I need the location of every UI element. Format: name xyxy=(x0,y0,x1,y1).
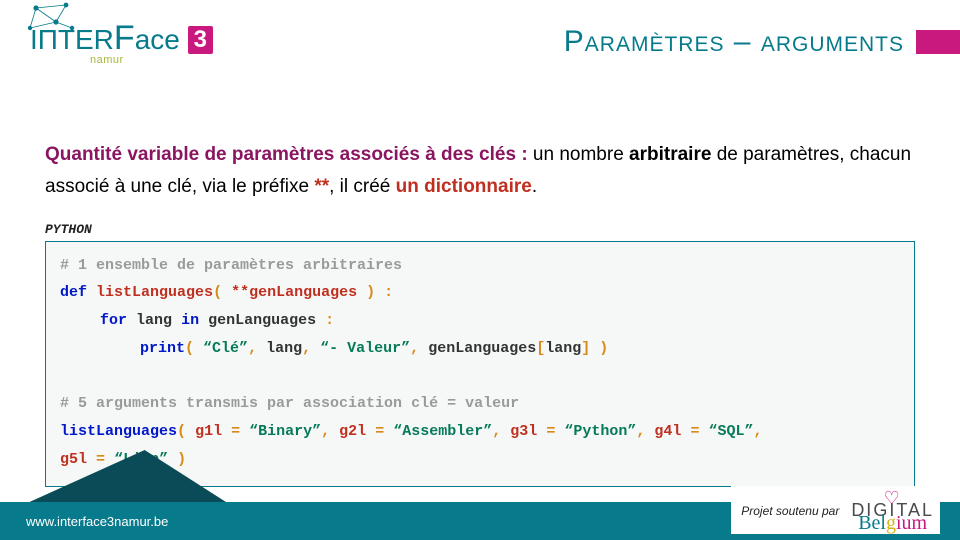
network-icon xyxy=(28,2,78,38)
content-area: Quantité variable de paramètres associés… xyxy=(0,84,960,487)
colon: : xyxy=(384,284,393,301)
call-fn: listLanguages xyxy=(60,423,177,440)
str-cle: “Clé” xyxy=(203,340,248,357)
arg-v1: “Binary” xyxy=(249,423,321,440)
arg-v2: “Assembler” xyxy=(393,423,492,440)
c4: , xyxy=(753,423,762,440)
logo: IПTERFace 3 namur xyxy=(30,19,213,66)
c3: , xyxy=(636,423,645,440)
logo-text-cap: F xyxy=(114,19,135,57)
comma: , xyxy=(248,340,257,357)
fn-print: print xyxy=(140,340,185,357)
fn-name: listLanguages xyxy=(96,284,213,301)
code-comment-1: # 1 ensemble de paramètres arbitraires xyxy=(60,257,402,274)
br-o: [ xyxy=(536,340,545,357)
kw-for: for xyxy=(100,312,127,329)
arg-k1: g1l xyxy=(195,423,222,440)
logo-badge-3: 3 xyxy=(188,26,213,54)
id-genlang: genLanguages xyxy=(208,312,316,329)
po: ( xyxy=(185,340,194,357)
comma2: , xyxy=(302,340,311,357)
id-dict: genLanguages xyxy=(428,340,536,357)
logo-text-3: ace xyxy=(135,24,180,55)
sponsor-block: Projet soutenu par ♡ DIGITAL Belgium xyxy=(731,486,940,534)
id-key: lang xyxy=(545,340,581,357)
desc-t3: , il créé xyxy=(329,176,390,197)
footer-url: www.interface3namur.be xyxy=(26,514,168,529)
eq2: = xyxy=(375,423,384,440)
paren-open: ( xyxy=(213,284,222,301)
arg-v4: “SQL” xyxy=(708,423,753,440)
arg-k3: g3l xyxy=(510,423,537,440)
c2: , xyxy=(492,423,501,440)
belgium-word: Belgium xyxy=(851,514,934,532)
arg-v3: “Python” xyxy=(564,423,636,440)
id-lang: lang xyxy=(136,312,172,329)
br-c: ] xyxy=(581,340,590,357)
desc-t1: un nombre xyxy=(533,144,624,165)
arg-k2: g2l xyxy=(339,423,366,440)
str-valeur: “- Valeur” xyxy=(320,340,410,357)
eq4: = xyxy=(690,423,699,440)
slide-title: Paramètres – arguments xyxy=(564,25,916,59)
desc-strong2: associés à des clés : xyxy=(340,144,528,165)
kw-in: in xyxy=(181,312,199,329)
sponsor-logo: ♡ DIGITAL Belgium xyxy=(851,490,934,532)
sponsor-text: Projet soutenu par xyxy=(741,504,839,518)
eq3: = xyxy=(546,423,555,440)
slide-title-wrap: Paramètres – arguments xyxy=(564,25,960,59)
code-comment-2a: # 5 arguments transmis par association xyxy=(60,395,402,412)
code-comment-2b: clé = valeur xyxy=(411,395,519,412)
colon2: : xyxy=(325,312,334,329)
c1: , xyxy=(321,423,330,440)
pc: ) xyxy=(599,340,608,357)
kw-def: def xyxy=(60,284,87,301)
call-po: ( xyxy=(177,423,186,440)
title-accent-bar xyxy=(916,30,960,54)
desc-strong1: Quantité variable de paramètres xyxy=(45,144,334,165)
arg-k4: g4l xyxy=(654,423,681,440)
comma3: , xyxy=(410,340,419,357)
kwargs: **genLanguages xyxy=(231,284,357,301)
id-lang2: lang xyxy=(266,340,302,357)
desc-starstar: ** xyxy=(314,176,329,197)
desc-dict: un dictionnaire xyxy=(396,176,532,197)
description: Quantité variable de paramètres associés… xyxy=(45,139,915,204)
desc-bold1: arbitraire xyxy=(629,144,711,165)
code-language-label: PYTHON xyxy=(45,222,915,237)
desc-dot: . xyxy=(532,176,537,197)
paren-close: ) xyxy=(366,284,375,301)
eq1: = xyxy=(231,423,240,440)
